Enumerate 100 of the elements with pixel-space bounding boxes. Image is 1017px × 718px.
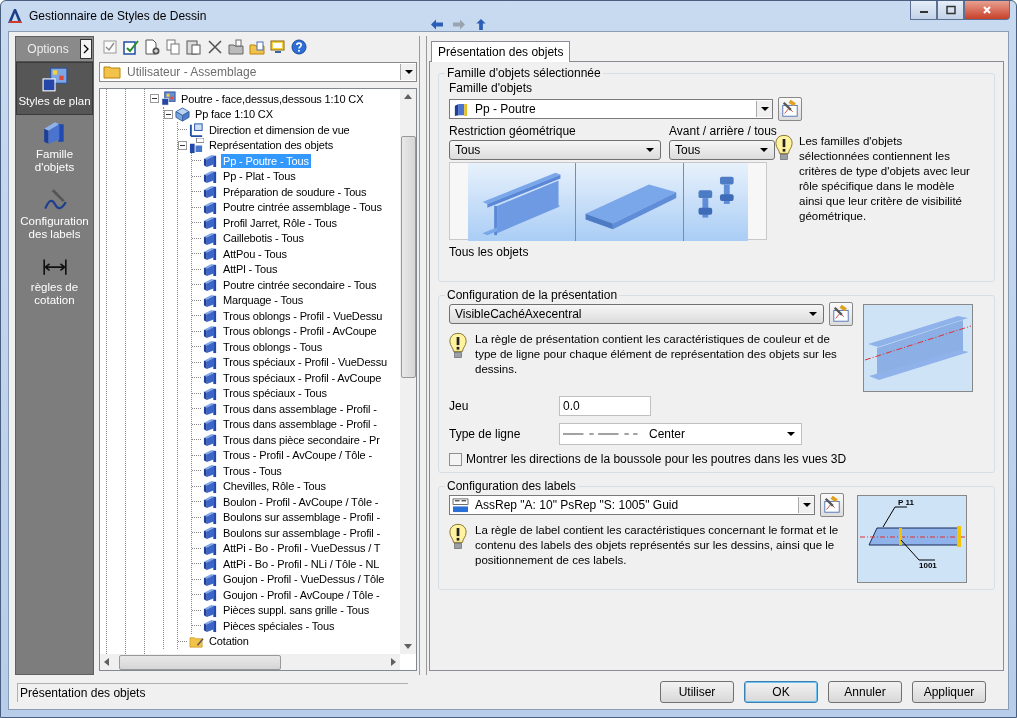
edit-style-button[interactable] — [820, 493, 844, 517]
linetype-dropdown[interactable]: Center — [559, 423, 802, 445]
window-title: Gestionnaire de Styles de Dessin — [29, 9, 208, 23]
lightbulb-icon — [775, 134, 793, 162]
scroll-up-icon[interactable] — [404, 94, 412, 99]
sidebar-item[interactable]: Configuration des labels — [16, 181, 93, 249]
presentation-dropdown[interactable]: VisibleCachéAxecentral — [449, 304, 824, 324]
tree-item[interactable]: Boulons sur assemblage - Profil - — [221, 525, 383, 540]
sidebar-item[interactable]: Styles de plan — [16, 62, 93, 116]
tree-item[interactable]: Trous dans assemblage - Profil - — [221, 417, 379, 432]
side-dropdown[interactable]: Tous — [669, 140, 775, 160]
app-logo-icon — [7, 8, 23, 24]
expand-sidebar-button[interactable] — [80, 39, 92, 59]
representation-icon — [189, 137, 204, 153]
scroll-left-icon[interactable] — [104, 658, 109, 666]
up-arrow-icon[interactable] — [474, 17, 488, 31]
tree-item[interactable]: Trous dans assemblage - Profil - — [221, 401, 379, 416]
view-direction-icon — [189, 122, 204, 138]
tree-item[interactable]: Trous - Profil - AvCoupe / Tôle - — [221, 448, 374, 463]
tree-item[interactable]: Pp face 1:10 CX — [193, 107, 275, 122]
monitor-icon[interactable] — [270, 39, 286, 55]
tree-item[interactable]: Direction et dimension de vue — [207, 122, 352, 137]
tree-item[interactable]: Poutre cintrée assemblage - Tous — [221, 200, 384, 215]
cube-icon — [175, 106, 190, 122]
field-label: Type de ligne — [449, 427, 522, 441]
minimize-button[interactable] — [910, 1, 937, 20]
tree-item[interactable]: Trous oblongs - Profil - VueDessu — [221, 308, 385, 323]
tree-item[interactable]: Trous dans pièce secondaire - Pr — [221, 432, 382, 447]
tree-item[interactable]: Trous spéciaux - Profil - AvCoupe — [221, 370, 384, 385]
tree-item[interactable]: Trous oblongs - Profil - AvCoupe — [221, 324, 379, 339]
tree-item[interactable]: Représentation des objets — [207, 138, 336, 153]
tree-item[interactable]: Préparation de soudure - Tous — [221, 184, 369, 199]
new-document-icon[interactable] — [144, 39, 160, 55]
tree-item[interactable]: Trous oblongs - Tous — [221, 339, 325, 354]
label-dropdown[interactable]: AssRep "A: 10" PsRep "S: 1005" Guid — [449, 495, 815, 515]
tree-item[interactable]: AttPi - Bo - Profil - VueDessus / T — [221, 541, 383, 556]
folder-export-icon[interactable] — [228, 39, 244, 55]
library-dropdown[interactable]: Utilisateur - Assemblage — [99, 62, 417, 82]
tree-item[interactable]: AttPi - Bo - Profil - NLi / Tôle - NL — [221, 556, 382, 571]
tree-item[interactable]: Pièces suppl. sans grille - Tous — [221, 603, 371, 618]
checkbox[interactable] — [449, 452, 462, 466]
tree-item[interactable]: Marquage - Tous — [221, 293, 306, 308]
status-bar: Présentation des objets — [17, 682, 408, 702]
dropdown-arrow-icon — [760, 148, 768, 152]
preview-caption: Tous les objets — [449, 245, 530, 261]
collapse-icon[interactable] — [150, 94, 159, 104]
dialog-button[interactable]: Appliquer — [912, 681, 986, 703]
checkbox-icon[interactable] — [102, 39, 118, 55]
vertical-scrollbar[interactable] — [400, 89, 416, 654]
dropdown-arrow-icon — [802, 503, 811, 507]
family-dropdown[interactable]: Pp - Poutre — [449, 99, 773, 119]
tree-item[interactable]: Caillebotis - Tous — [221, 231, 306, 246]
tree-item[interactable]: AttPl - Tous — [221, 262, 280, 277]
tree-item[interactable]: Poutre cintrée secondaire - Tous — [221, 277, 379, 292]
paste-icon[interactable] — [186, 39, 202, 55]
sidebar-item[interactable]: règles de cotation — [16, 248, 93, 315]
tree-item[interactable]: Boulons sur assemblage - Profil - — [221, 510, 383, 525]
copy-icon[interactable] — [165, 39, 181, 55]
tree-item[interactable]: Goujon - Profil - AvCoupe / Tôle - — [221, 587, 382, 602]
dialog-button[interactable]: Utiliser — [660, 681, 734, 703]
tree-item[interactable]: Cotation — [207, 634, 251, 649]
tree-item[interactable]: Poutre - face,dessus,dessous 1:10 CX — [179, 91, 366, 106]
dropdown-arrow-icon — [646, 148, 654, 152]
dialog-button[interactable]: Annuler — [828, 681, 902, 703]
info-text: La règle de label contient les caractéristiques concernant le format et le contenu des labels des objets représentés sur les dessins, ainsi que le positionnement de ces labels. — [475, 523, 840, 568]
tree-item[interactable]: Trous spéciaux - Profil - VueDessu — [221, 355, 390, 370]
tree-item[interactable]: Trous - Tous — [221, 463, 284, 478]
dialog-button[interactable]: OK — [744, 681, 818, 703]
close-button[interactable] — [964, 1, 1010, 20]
tree-item[interactable]: Pp - Plat - Tous — [221, 169, 298, 184]
collapse-icon[interactable] — [178, 140, 187, 150]
collapse-icon[interactable] — [164, 109, 173, 119]
tree-item[interactable]: Chevilles, Rôle - Tous — [221, 479, 328, 494]
tree-item[interactable]: AttPou - Tous — [221, 246, 289, 261]
restriction-dropdown[interactable]: Tous — [449, 140, 661, 160]
chevron-right-icon — [83, 44, 89, 54]
help-icon[interactable] — [291, 39, 307, 55]
edit-icon[interactable] — [123, 39, 139, 55]
dropdown-arrow-icon — [809, 312, 817, 316]
tab[interactable]: Présentation des objets — [431, 41, 571, 62]
edit-style-button[interactable] — [829, 302, 853, 326]
back-arrow-icon[interactable] — [430, 17, 444, 31]
tree-item[interactable]: Trous spéciaux - Tous — [221, 386, 329, 401]
tree-item[interactable]: Goujon - Profil - VueDessus / Tôle — [221, 572, 387, 587]
delete-icon[interactable] — [207, 39, 223, 55]
drawing-style-icon — [41, 67, 68, 93]
scroll-down-icon[interactable] — [404, 644, 412, 649]
horizontal-scrollbar[interactable] — [100, 654, 400, 670]
folder-import-icon[interactable] — [249, 39, 265, 55]
scroll-right-icon[interactable] — [391, 658, 396, 666]
compass-checkbox[interactable]: Montrer les directions de la boussole pour les poutres dans les vues 3D — [449, 452, 984, 466]
gap-input[interactable]: 0.0 — [559, 396, 651, 416]
tree-item[interactable]: Profil Jarret, Rôle - Tous — [221, 215, 339, 230]
maximize-button[interactable] — [937, 1, 964, 20]
tree-item[interactable]: Pièces spéciales - Tous — [221, 618, 337, 633]
sidebar-title: Options — [26, 42, 70, 56]
field-label: Avant / arrière / tous — [669, 124, 777, 138]
sidebar-item[interactable]: Famille d'objets — [16, 115, 93, 182]
tree-item[interactable]: Boulon - Profil - AvCoupe / Tôle - — [221, 494, 381, 509]
edit-style-button[interactable] — [778, 97, 802, 121]
